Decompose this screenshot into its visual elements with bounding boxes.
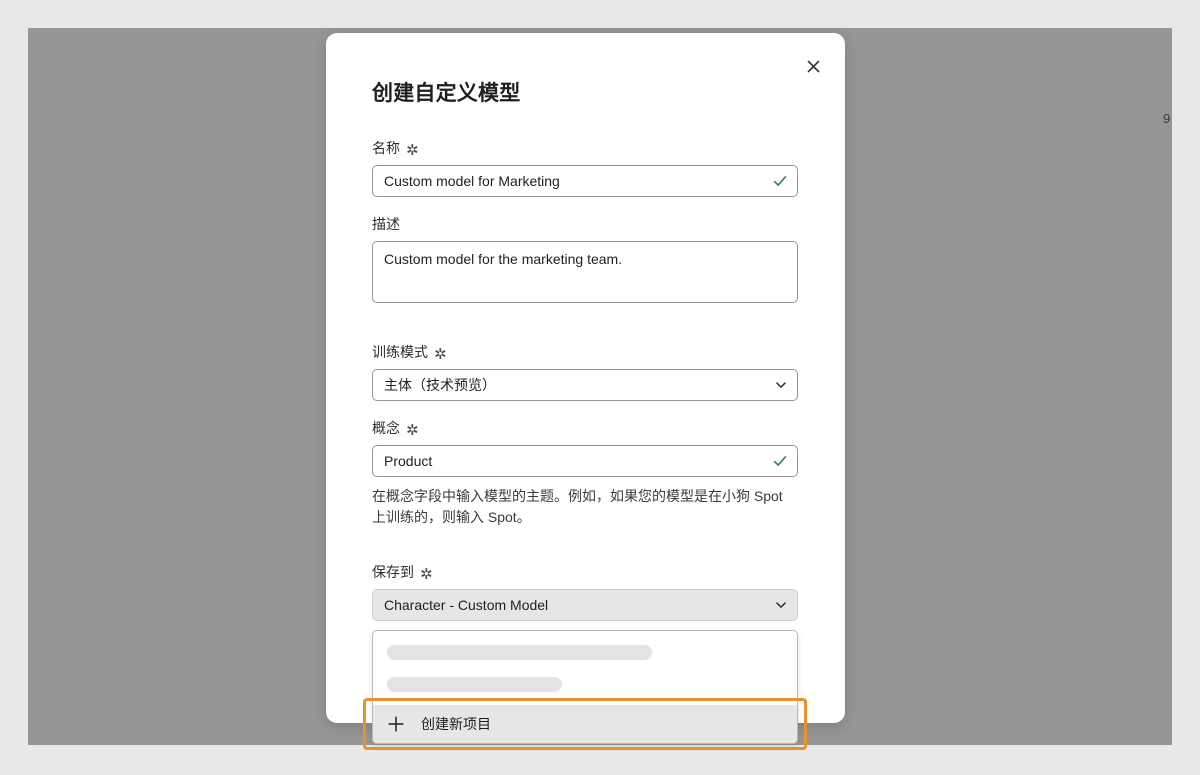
page-title: 创建自定义模型 — [372, 82, 521, 105]
concept-help-text: 在概念字段中输入模型的主题。例如，如果您的模型是在小狗 Spot 上训练的，则输… — [372, 488, 783, 526]
field-name: 名称 ✲ — [372, 138, 799, 198]
field-name-label: 名称 ✲ — [372, 138, 799, 158]
required-marker-icon: ✲ — [420, 566, 433, 584]
training-mode-selected-value: 主体（技术预览） — [384, 377, 496, 394]
field-save-to: 保存到 ✲ Character - Custom Model 创建新项目 — [363, 562, 807, 751]
field-save-to-label-text: 保存到 — [372, 564, 414, 581]
required-marker-icon: ✲ — [406, 142, 419, 160]
required-marker-icon: ✲ — [406, 422, 419, 440]
close-icon[interactable] — [797, 50, 829, 82]
field-concept-label-text: 概念 — [372, 420, 400, 437]
field-save-to-label: 保存到 ✲ — [372, 562, 799, 582]
field-description-control: Custom model for the marketing team. — [372, 241, 798, 308]
page-edge-text-fragment: 9 — [1163, 111, 1171, 126]
required-marker-icon: ✲ — [434, 346, 447, 364]
field-training-mode-label: 训练模式 ✲ — [372, 342, 799, 362]
save-to-select[interactable]: Character - Custom Model — [372, 589, 798, 622]
field-description-label: 描述 — [372, 214, 799, 234]
plus-icon — [387, 715, 405, 733]
save-to-selected-value: Character - Custom Model — [384, 597, 549, 614]
field-concept: 概念 ✲ 在概念字段中输入模型的主题。例如，如果您的模型是在小狗 Spot 上训… — [372, 418, 799, 528]
description-textarea[interactable]: Custom model for the marketing team. — [372, 241, 798, 304]
list-item[interactable] — [373, 673, 797, 695]
training-mode-select[interactable]: 主体（技术预览） — [372, 369, 798, 402]
create-new-project-menu-item[interactable]: 创建新项目 — [363, 698, 807, 751]
field-concept-label: 概念 ✲ — [372, 418, 799, 438]
dialog-body: 创建自定义模型 名称 ✲ Custom model for Marketing … — [326, 33, 845, 751]
loading-placeholder-bar — [387, 676, 562, 692]
loading-placeholder-bar — [387, 644, 652, 660]
field-description-label-text: 描述 — [372, 216, 400, 233]
field-description: 描述 Custom model for the marketing team. — [372, 214, 799, 308]
save-to-dropdown-menu: 创建新项目 — [363, 630, 807, 751]
field-concept-control — [372, 445, 798, 478]
concept-input[interactable] — [372, 445, 798, 478]
field-training-mode-label-text: 训练模式 — [372, 344, 428, 361]
field-training-mode: 训练模式 ✲ 主体（技术预览） — [372, 342, 799, 402]
name-input[interactable] — [372, 165, 798, 198]
field-save-to-control: Character - Custom Model — [372, 589, 798, 622]
create-new-project-label: 创建新项目 — [421, 716, 491, 733]
create-custom-model-dialog: 创建自定义模型 名称 ✲ Custom model for Marketing … — [326, 33, 845, 751]
field-name-control — [372, 165, 798, 198]
field-name-label-text: 名称 — [372, 140, 400, 157]
list-item[interactable] — [373, 641, 797, 663]
field-training-mode-control: 主体（技术预览） — [372, 369, 798, 402]
page-root: 9 创建自定义模型 名称 ✲ Custom model for Marketin… — [0, 0, 1200, 775]
